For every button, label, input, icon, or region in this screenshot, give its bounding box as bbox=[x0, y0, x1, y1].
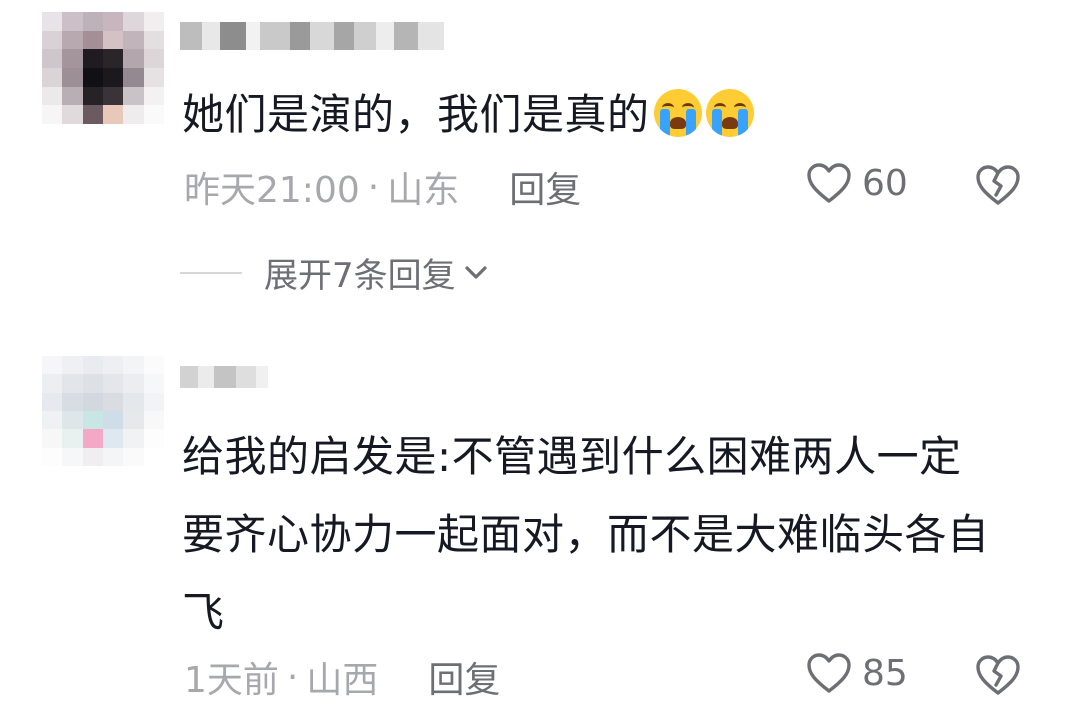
like-count: 85 bbox=[862, 652, 908, 694]
expand-replies-button[interactable]: 展开7条回复 bbox=[180, 248, 488, 297]
like-button[interactable]: 85 bbox=[806, 652, 908, 694]
expand-replies-label: 展开7条回复 bbox=[264, 256, 456, 296]
meta-separator: · bbox=[367, 166, 380, 208]
broken-heart-icon bbox=[976, 165, 1020, 205]
comment-text-line: 飞 bbox=[182, 588, 225, 637]
comment-text-line: 要齐心协力一起面对，而不是大难临头各自 bbox=[182, 510, 990, 559]
dislike-button[interactable] bbox=[974, 164, 1022, 210]
like-button[interactable]: 60 bbox=[806, 162, 908, 204]
avatar[interactable] bbox=[42, 12, 164, 124]
avatar[interactable] bbox=[42, 356, 164, 466]
loudly-crying-face-icon bbox=[653, 89, 702, 137]
chevron-down-icon bbox=[465, 265, 487, 279]
heart-icon bbox=[807, 653, 851, 693]
comment-meta: 昨天21:00 · 山东 回复 bbox=[184, 161, 581, 213]
comment-meta: 1天前 · 山西 回复 bbox=[184, 651, 500, 703]
meta-separator: · bbox=[286, 656, 299, 698]
reply-button[interactable]: 回复 bbox=[428, 651, 500, 703]
divider-line bbox=[180, 271, 242, 274]
comment-location: 山东 bbox=[387, 170, 460, 211]
comment-item: 给我的启发是:不管遇到什么困难两人一定 要齐心协力一起面对，而不是大难临头各自 … bbox=[0, 340, 1080, 725]
comment-text: 她们是演的，我们是真的 bbox=[182, 76, 1030, 154]
heart-icon bbox=[807, 163, 851, 203]
comment-text: 给我的启发是:不管遇到什么困难两人一定 要齐心协力一起面对，而不是大难临头各自 … bbox=[182, 418, 1030, 652]
comment-time: 1天前 bbox=[184, 660, 279, 701]
comment-text-content: 她们是演的，我们是真的 bbox=[182, 90, 650, 139]
dislike-button[interactable] bbox=[974, 654, 1022, 700]
username-redacted[interactable] bbox=[180, 366, 268, 388]
loudly-crying-face-icon bbox=[705, 89, 754, 137]
comment-time: 昨天21:00 bbox=[184, 170, 360, 211]
comment-item: 她们是演的，我们是真的 昨天21:00 · 山东 回复 60 展开7条回复 bbox=[0, 0, 1080, 330]
like-count: 60 bbox=[862, 162, 908, 204]
reply-button[interactable]: 回复 bbox=[509, 161, 581, 213]
comment-location: 山西 bbox=[306, 660, 379, 701]
username-redacted[interactable] bbox=[180, 22, 444, 50]
broken-heart-icon bbox=[976, 655, 1020, 695]
comment-text-line: 给我的启发是:不管遇到什么困难两人一定 bbox=[182, 432, 962, 481]
